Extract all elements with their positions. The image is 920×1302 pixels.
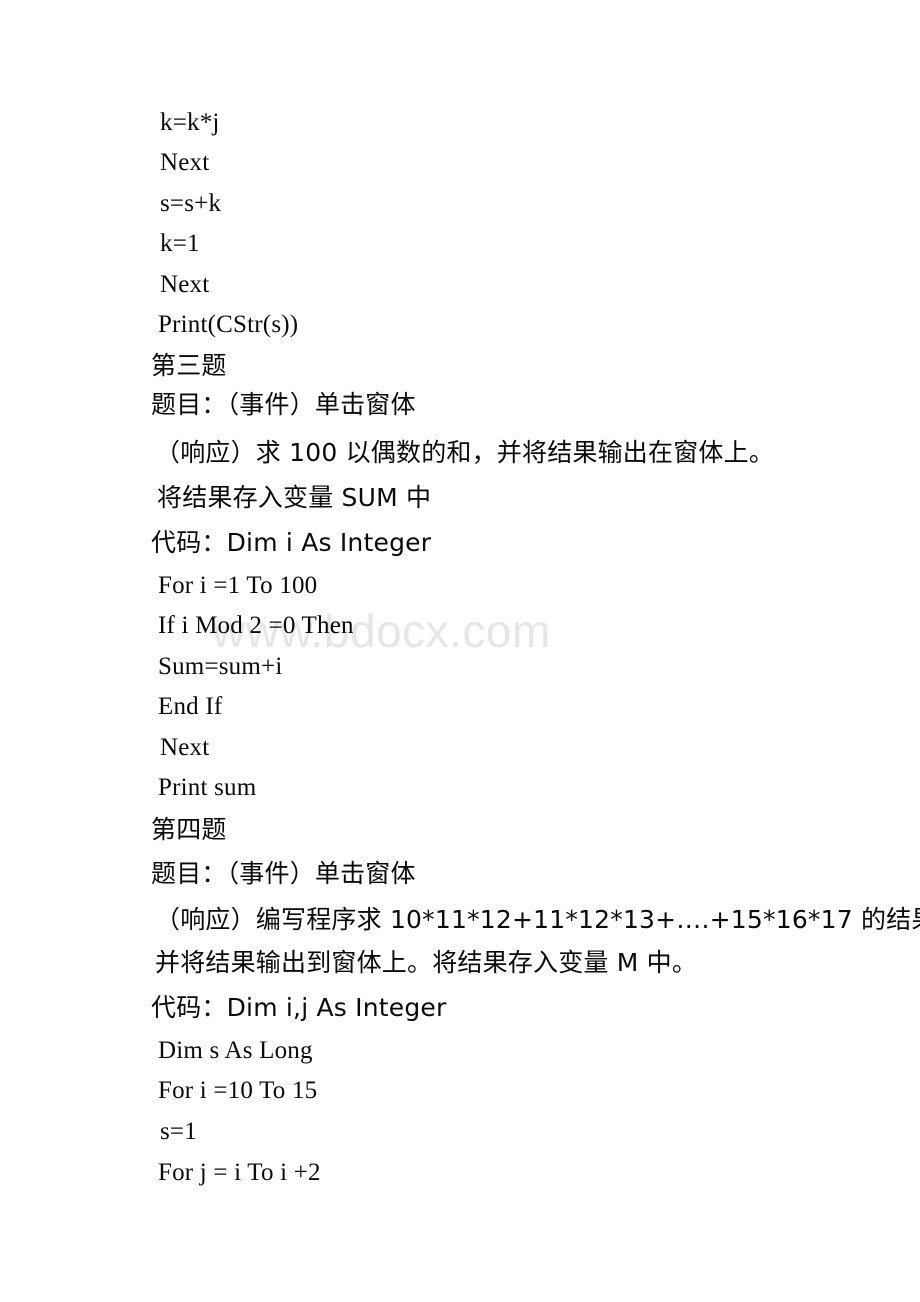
- text-line: 代码：Dim i,j As Integer: [151, 993, 447, 1022]
- text-line: 第四题: [151, 815, 227, 844]
- text-line: End If: [158, 693, 223, 720]
- text-line: k=1: [160, 230, 200, 257]
- text-line: For i =10 To 15: [158, 1077, 318, 1104]
- text-line: Print sum: [158, 774, 257, 801]
- text-line: （响应）编写程序求 10*11*12+11*12*13+….+15*16*17 …: [155, 905, 920, 934]
- document-page: www.bdocx.com k=k*j Next s=s+k k=1 Next Print…: [0, 0, 920, 1302]
- text-line: 并将结果输出到窗体上。将结果存入变量 M 中。: [155, 948, 698, 977]
- text-line: If i Mod 2 =0 Then: [158, 612, 354, 639]
- text-line: Next: [160, 149, 210, 176]
- text-line: For i =1 To 100: [158, 572, 318, 599]
- text-line: Next: [160, 734, 210, 761]
- text-line: 题目：（事件）单击窗体: [151, 390, 416, 419]
- text-line: For j = i To i +2: [158, 1159, 321, 1186]
- text-line: 代码：Dim i As Integer: [151, 528, 432, 557]
- text-line: s=s+k: [160, 190, 222, 217]
- text-line: 将结果存入变量 SUM 中: [157, 483, 432, 512]
- text-line: k=k*j: [160, 109, 220, 136]
- text-line: Print(CStr(s)): [158, 311, 299, 338]
- text-line: 第三题: [151, 351, 227, 380]
- text-line: （响应）求 100 以偶数的和，并将结果输出在窗体上。: [155, 438, 775, 467]
- text-line: 题目：（事件）单击窗体: [151, 859, 416, 888]
- text-line: s=1: [160, 1118, 197, 1145]
- text-line: Next: [160, 271, 210, 298]
- text-line: Sum=sum+i: [158, 653, 283, 680]
- text-line: Dim s As Long: [158, 1037, 313, 1064]
